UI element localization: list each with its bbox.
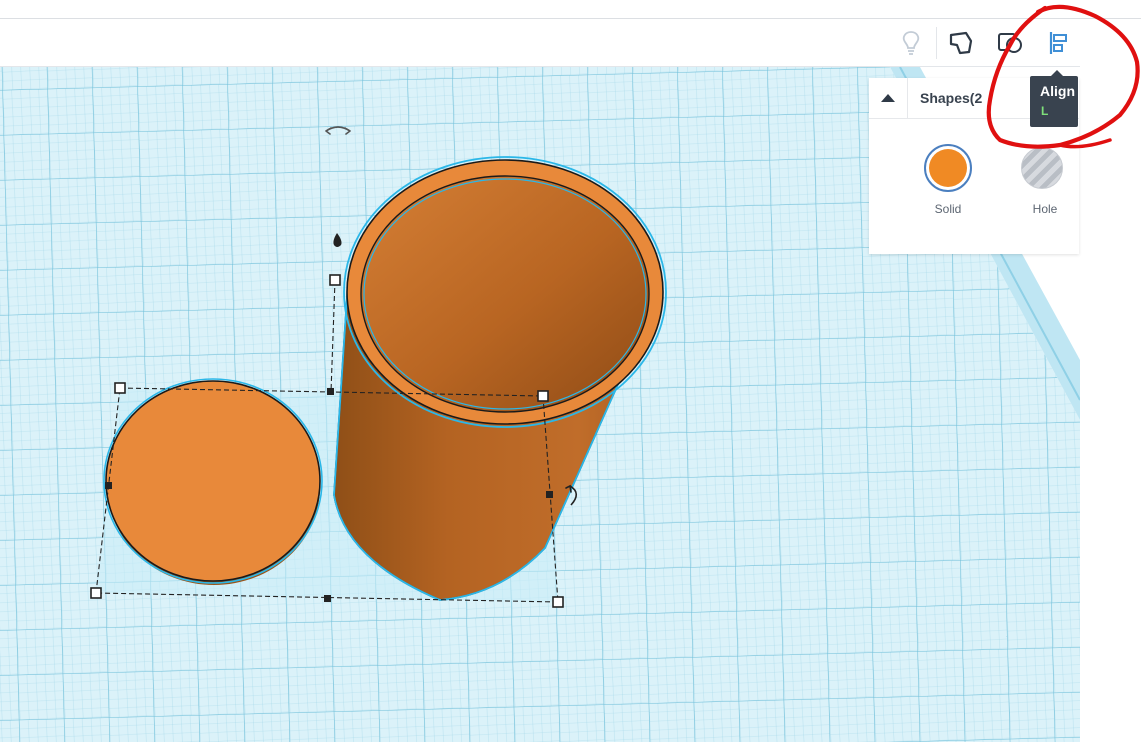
align-icon [1049, 32, 1067, 54]
top-bar [0, 0, 1141, 19]
collapse-panel-button[interactable] [869, 78, 908, 118]
tinkercad-editor: Shapes(2 Solid Hole Align L [0, 0, 1141, 742]
align-tooltip: Align L [1030, 76, 1078, 127]
lightbulb-button[interactable] [891, 23, 931, 63]
tooltip-shortcut: L [1041, 104, 1049, 118]
solid-label: Solid [934, 202, 962, 216]
lightbulb-icon [902, 31, 920, 55]
note-icon [949, 31, 973, 55]
note-tool-button[interactable] [941, 23, 981, 63]
view-toolbar [0, 19, 1080, 67]
view-icon [998, 33, 1022, 53]
hole-label: Hole [1032, 202, 1058, 216]
flat-disc[interactable] [105, 380, 321, 582]
toolbar-divider [936, 27, 937, 59]
view-tool-button[interactable] [990, 23, 1030, 63]
tooltip-title: Align [1040, 83, 1075, 99]
hole-swatch[interactable] [1021, 147, 1063, 189]
solid-swatch[interactable] [924, 144, 972, 192]
align-tool-button[interactable] [1039, 23, 1079, 63]
right-margin [1080, 19, 1141, 742]
inspector-title: Shapes(2 [920, 90, 983, 106]
solid-color-fill [929, 149, 967, 187]
